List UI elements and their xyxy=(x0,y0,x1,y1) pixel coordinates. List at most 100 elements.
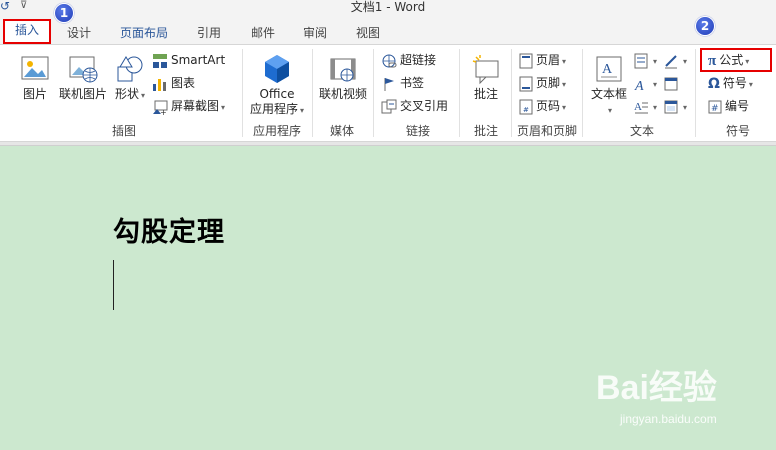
chart-button[interactable]: 图表 xyxy=(152,73,195,93)
number-icon: # xyxy=(708,100,722,114)
header-label: 页眉 xyxy=(536,53,561,67)
svg-text:#: # xyxy=(523,106,529,114)
page-number-button[interactable]: # 页码 ▾ xyxy=(519,96,566,116)
smartart-icon xyxy=(153,53,167,68)
bookmark-flag-icon xyxy=(384,77,394,91)
ribbon-tabs: 插入 设计 页面布局 引用 邮件 审阅 视图 xyxy=(0,16,776,44)
shapes-button[interactable]: 形状 ▾ xyxy=(112,53,148,103)
group-label-symbols: 符号 xyxy=(725,124,750,138)
document-page[interactable]: 勾股定理 Bai经验 jingyan.baidu.com xyxy=(0,146,776,450)
ribbon: 图片 联机图片 形状 ▾ SmartArt 图表 + 屏幕截图 ▾ 插图 Off… xyxy=(0,44,776,142)
tab-design[interactable]: 设计 xyxy=(67,24,91,41)
group-label-header-footer: 页眉和页脚 xyxy=(516,124,577,138)
group-divider xyxy=(582,49,583,137)
svg-text:A: A xyxy=(602,62,613,77)
signature-pen-icon xyxy=(665,54,677,68)
group-label-links: 链接 xyxy=(405,124,430,138)
number-label: 编号 xyxy=(725,99,750,113)
text-cursor xyxy=(113,260,114,310)
header-button[interactable]: 页眉 ▾ xyxy=(519,50,566,70)
svg-text:#: # xyxy=(711,104,719,114)
group-divider xyxy=(242,49,243,137)
cross-reference-icon xyxy=(381,99,397,113)
group-label-apps: 应用程序 xyxy=(252,124,301,138)
textbox-icon: A xyxy=(596,56,622,82)
film-icon xyxy=(330,58,356,82)
window-title: 文档1 - Word xyxy=(350,0,426,14)
group-divider xyxy=(373,49,374,137)
group-label-illustrations: 插图 xyxy=(111,124,136,138)
online-picture-icon xyxy=(69,56,98,83)
wordart-button[interactable]: A ▾ xyxy=(634,73,657,93)
online-video-button[interactable]: 联机视频 xyxy=(316,53,370,102)
chart-icon xyxy=(153,78,166,91)
online-video-label: 联机视频 xyxy=(318,87,367,101)
page-number-label: 页码 xyxy=(536,99,561,113)
calendar-icon xyxy=(664,77,678,90)
group-label-media: 媒体 xyxy=(329,124,354,138)
screenshot-label: 屏幕截图 xyxy=(171,99,220,113)
title-bar: ↺ ⊽ 文档1 - Word xyxy=(0,0,776,16)
tab-references[interactable]: 引用 xyxy=(197,24,221,41)
shapes-label: 形状 xyxy=(114,87,139,101)
baidu-watermark: Bai经验 xyxy=(596,369,717,407)
hyperlink-button[interactable]: 超链接 xyxy=(381,50,436,70)
bookmark-button[interactable]: 书签 xyxy=(381,73,424,93)
quick-parts-icon xyxy=(634,53,648,68)
comment-icon xyxy=(472,55,499,85)
link-globe-icon xyxy=(382,54,397,67)
symbol-label: 符号 xyxy=(722,76,747,90)
svg-text:+: + xyxy=(160,108,167,115)
tab-insert[interactable]: 插入 xyxy=(3,19,51,44)
comment-label: 批注 xyxy=(473,87,498,101)
number-button[interactable]: # 编号 xyxy=(708,96,749,116)
document-heading[interactable]: 勾股定理 xyxy=(113,210,225,249)
group-divider xyxy=(459,49,460,137)
tab-mailings[interactable]: 邮件 xyxy=(251,24,275,41)
footer-label: 页脚 xyxy=(536,76,561,90)
quick-parts-button[interactable]: ▾ xyxy=(634,50,657,70)
object-button[interactable]: ▾ xyxy=(664,96,687,116)
footer-icon xyxy=(519,76,533,91)
drop-cap-button[interactable]: A ▾ xyxy=(634,96,657,116)
bookmark-label: 书签 xyxy=(400,76,425,90)
picture-icon xyxy=(21,56,49,80)
cross-reference-label: 交叉引用 xyxy=(400,99,449,113)
shapes-icon xyxy=(117,56,143,82)
new-comment-button[interactable]: 批注 xyxy=(466,53,506,102)
omega-icon: Ω xyxy=(708,75,720,92)
tab-view[interactable]: 视图 xyxy=(356,24,380,41)
footer-button[interactable]: 页脚 ▾ xyxy=(519,73,566,93)
page-number-icon: # xyxy=(519,99,533,114)
symbol-button[interactable]: Ω 符号 ▾ xyxy=(708,73,753,93)
office-label-line2: 应用程序 xyxy=(249,102,298,116)
date-time-button[interactable] xyxy=(664,73,681,93)
picture-label: 图片 xyxy=(22,87,47,101)
cross-reference-button[interactable]: 交叉引用 xyxy=(381,96,448,116)
group-label-text: 文本 xyxy=(629,124,654,138)
online-picture-label: 联机图片 xyxy=(58,87,107,101)
step-badge-2: 2 xyxy=(695,16,715,36)
object-icon xyxy=(664,100,678,113)
screenshot-button[interactable]: + 屏幕截图 ▾ xyxy=(152,96,225,116)
wordart-icon: A xyxy=(634,79,644,92)
screenshot-icon: + xyxy=(153,100,168,115)
office-apps-button[interactable]: Office 应用程序 ▾ xyxy=(246,53,308,118)
textbox-button[interactable]: A 文本框▾ xyxy=(588,53,630,118)
header-icon xyxy=(519,53,533,68)
tab-review[interactable]: 审阅 xyxy=(303,24,327,41)
office-store-icon xyxy=(265,55,289,83)
smartart-button[interactable]: SmartArt xyxy=(152,50,225,70)
hyperlink-label: 超链接 xyxy=(400,53,437,67)
signature-line-button[interactable]: ▾ xyxy=(664,50,687,70)
svg-text:A: A xyxy=(634,101,642,113)
tab-page-layout[interactable]: 页面布局 xyxy=(120,24,168,41)
step-badge-1: 1 xyxy=(54,3,74,23)
chart-label: 图表 xyxy=(171,76,196,90)
online-picture-button[interactable]: 联机图片 xyxy=(56,53,110,102)
smartart-label: SmartArt xyxy=(171,53,226,67)
picture-button[interactable]: 图片 xyxy=(14,53,56,102)
drop-cap-icon: A xyxy=(634,101,648,113)
equation-highlight-box xyxy=(700,48,772,72)
group-divider xyxy=(511,49,512,137)
